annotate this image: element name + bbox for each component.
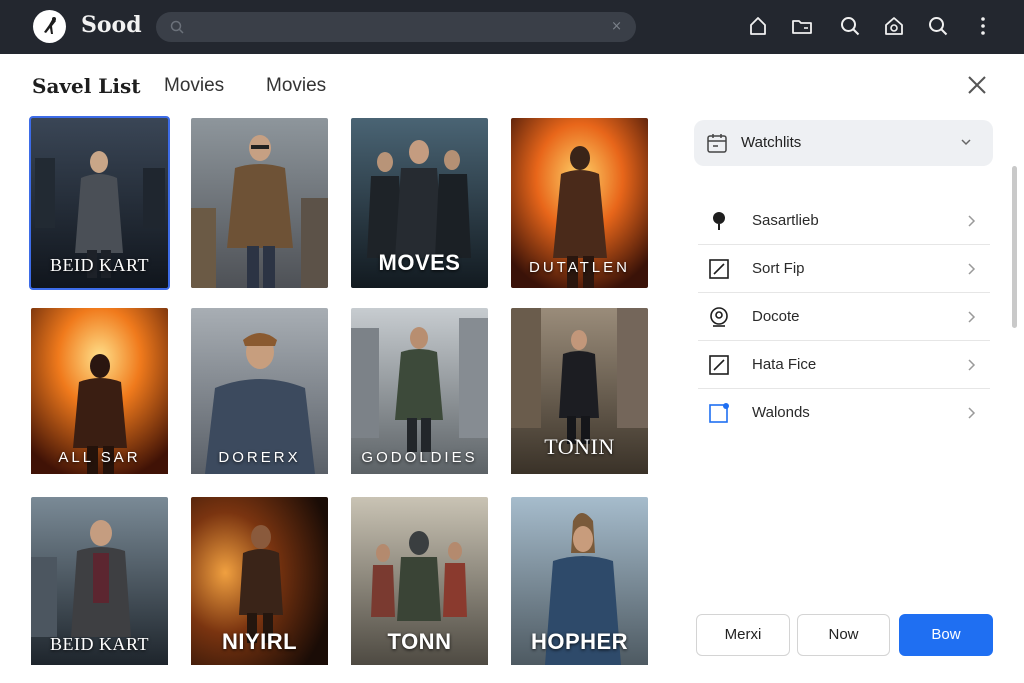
chevron-right-icon <box>968 359 976 371</box>
pin-icon <box>713 212 725 230</box>
close-icon[interactable] <box>964 74 990 98</box>
poster-credit: ​ <box>31 126 168 133</box>
top-bar: Sood × <box>0 0 1024 54</box>
chevron-right-icon <box>968 311 976 323</box>
chevron-right-icon <box>968 263 976 275</box>
panel-scrollbar[interactable] <box>1012 166 1017 328</box>
poster-title: MOVES <box>378 250 461 275</box>
edit-square-icon <box>709 355 729 375</box>
sidebar-item-sort-fip[interactable]: Sort Fip <box>698 245 990 293</box>
bow-button[interactable]: Bow <box>899 614 993 656</box>
movie-poster[interactable] <box>191 118 328 288</box>
search-clear-button[interactable]: × <box>611 19 622 35</box>
movie-poster[interactable]: GODOLDIES <box>351 308 488 478</box>
more-icon[interactable] <box>972 15 994 37</box>
poster-title: BEID KART <box>50 634 149 654</box>
movie-poster[interactable]: TONIN <box>511 308 648 478</box>
tab-movies[interactable]: Movies <box>164 75 224 97</box>
movie-poster[interactable]: DUTATLEN <box>511 118 648 288</box>
movie-poster[interactable]: ALL SAR <box>31 308 168 478</box>
movie-poster[interactable]: NIYIRL <box>191 497 328 667</box>
movie-poster[interactable]: DORERX <box>191 308 328 478</box>
movie-poster[interactable]: ​ BEID KART <box>29 116 170 290</box>
app-logo[interactable] <box>33 10 66 43</box>
poster-title: DORERX <box>218 449 301 466</box>
search-icon[interactable] <box>839 15 861 37</box>
tab-movies-secondary[interactable]: Movies <box>266 75 326 97</box>
search-icon <box>170 20 184 34</box>
sidebar-item-sasartlieb[interactable]: Sasartlieb <box>698 197 990 245</box>
sidebar-item-label: Sasartlieb <box>752 212 819 229</box>
movie-poster[interactable]: TONN <box>351 497 488 667</box>
logo-icon <box>44 17 56 34</box>
sidebar-item-walonds[interactable]: Walonds <box>698 389 990 437</box>
sidebar-item-label: Hata Fice <box>752 356 817 373</box>
movie-poster[interactable]: BEID KART <box>31 497 168 667</box>
badge-icon <box>710 307 728 327</box>
merxi-button[interactable]: Merxi <box>696 614 790 656</box>
sidebar-item-docote[interactable]: Docote <box>698 293 990 341</box>
sidebar-item-label: Sort Fip <box>752 260 805 277</box>
app-name: Sood <box>81 12 142 38</box>
movie-poster[interactable]: MOVES <box>351 118 488 288</box>
poster-title: BEID KART <box>50 255 149 275</box>
search-input[interactable] <box>192 17 592 37</box>
poster-title: DUTATLEN <box>529 259 630 276</box>
poster-image <box>191 118 328 288</box>
search-bar[interactable]: × <box>156 12 636 42</box>
movie-poster[interactable]: HOPHER <box>511 497 648 667</box>
sidebar-item-label: Docote <box>752 308 800 325</box>
now-button[interactable]: Now <box>797 614 890 656</box>
poster-title: GODOLDIES <box>361 449 478 466</box>
watchlist-dropdown-label: Watchlits <box>741 134 802 151</box>
chevron-down-icon <box>961 139 971 146</box>
chevron-right-icon <box>968 215 976 227</box>
poster-title: ALL SAR <box>58 449 141 466</box>
poster-title: TONIN <box>544 434 615 459</box>
search-icon[interactable] <box>927 15 949 37</box>
edit-square-icon <box>709 259 729 279</box>
shield-home-icon[interactable] <box>883 15 905 37</box>
watchlist-dropdown[interactable]: Watchlits <box>694 120 993 166</box>
home-icon[interactable] <box>747 15 769 37</box>
sidebar-item-hata-fice[interactable]: Hata Fice <box>698 341 990 389</box>
folder-icon[interactable] <box>791 15 813 37</box>
chevron-right-icon <box>968 407 976 419</box>
notification-square-icon <box>709 403 729 423</box>
page-title: Savel List <box>32 74 141 98</box>
poster-title: HOPHER <box>530 629 629 654</box>
calendar-icon <box>707 134 727 153</box>
sidebar-item-label: Walonds <box>752 404 810 421</box>
poster-title: TONN <box>387 629 452 654</box>
poster-title: NIYIRL <box>221 629 298 654</box>
